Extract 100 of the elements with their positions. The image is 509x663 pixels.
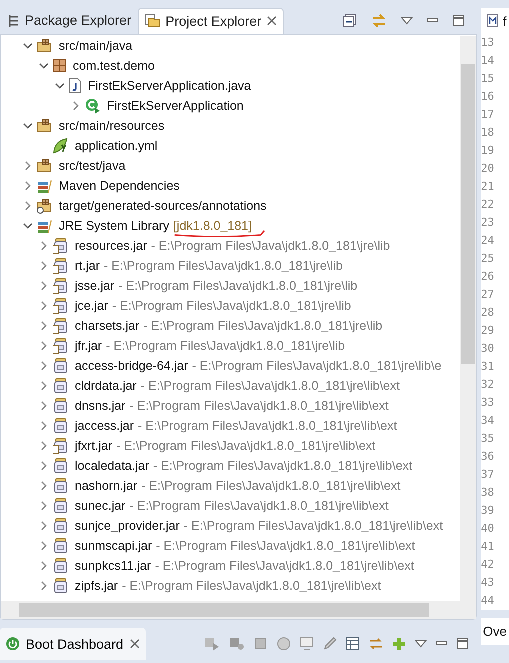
expander-icon[interactable] bbox=[39, 300, 49, 311]
expander-icon[interactable] bbox=[39, 60, 49, 71]
table-icon[interactable] bbox=[346, 637, 360, 652]
expander-icon[interactable] bbox=[23, 160, 33, 171]
tree-item[interactable]: jaccess.jar bbox=[75, 418, 134, 433]
close-icon[interactable] bbox=[130, 639, 140, 650]
jar-icon bbox=[53, 518, 69, 534]
jar-path: - E:\Program Files\Java\jdk1.8.0_181\jre\lib\ext bbox=[156, 538, 416, 553]
line-number: 23 bbox=[481, 216, 496, 231]
expander-icon[interactable] bbox=[23, 120, 33, 131]
expander-icon[interactable] bbox=[55, 80, 65, 91]
expander-icon[interactable] bbox=[39, 540, 49, 551]
tree-item[interactable]: zipfs.jar bbox=[75, 578, 118, 593]
jar-path: - E:\Program Files\Java\jdk1.8.0_181\jre\lib\e bbox=[192, 358, 442, 373]
package-folder-icon bbox=[37, 158, 53, 174]
tree-item[interactable]: target/generated-sources/annotations bbox=[59, 198, 267, 213]
expander-icon[interactable] bbox=[39, 420, 49, 431]
tree-item[interactable]: dnsns.jar bbox=[75, 398, 126, 413]
jar-icon bbox=[53, 418, 69, 434]
expander-icon[interactable] bbox=[23, 200, 33, 211]
maximize-icon[interactable] bbox=[457, 638, 470, 650]
jar-path: - E:\Program Files\Java\jdk1.8.0_181\jre\lib\ext bbox=[184, 518, 444, 533]
view-menu-icon[interactable] bbox=[415, 640, 428, 648]
jar-icon bbox=[53, 558, 69, 574]
tree-item[interactable]: JRE System Library bbox=[59, 218, 170, 233]
expander-icon[interactable] bbox=[39, 480, 49, 491]
view-menu-icon[interactable] bbox=[401, 16, 414, 25]
view-tab[interactable]: Boot Dashboard bbox=[0, 628, 146, 660]
collapse-all-icon[interactable] bbox=[343, 14, 358, 28]
jar-path: - E:\Program Files\Java\jdk1.8.0_181\jre\lib bbox=[104, 258, 343, 273]
tree-item[interactable]: src/main/resources bbox=[59, 118, 165, 133]
tree-item[interactable]: FirstEkServerApplication bbox=[107, 98, 244, 113]
tree-item[interactable]: localedata.jar bbox=[75, 458, 150, 473]
tree-item[interactable]: rt.jar bbox=[75, 258, 100, 273]
tree-item[interactable]: jfr.jar bbox=[75, 338, 102, 353]
expander-icon[interactable] bbox=[39, 580, 49, 591]
close-icon[interactable] bbox=[266, 16, 277, 26]
expander-icon[interactable] bbox=[39, 240, 49, 251]
tree-item[interactable]: resources.jar bbox=[75, 238, 148, 253]
jar-icon bbox=[53, 398, 69, 414]
tree-item[interactable]: jfxrt.jar bbox=[75, 438, 112, 453]
line-number: 32 bbox=[481, 378, 496, 393]
tree-item[interactable]: charsets.jar bbox=[75, 318, 140, 333]
editor-tab[interactable]: f bbox=[481, 8, 509, 34]
tree-item[interactable]: sunmscapi.jar bbox=[75, 538, 152, 553]
version-label: [jdk1.8.0_181] bbox=[173, 218, 252, 233]
line-number: 19 bbox=[481, 144, 496, 159]
tree-item[interactable]: src/test/java bbox=[59, 158, 126, 173]
tree-item[interactable]: com.test.demo bbox=[73, 58, 155, 73]
tree-item[interactable]: access-bridge-64.jar bbox=[75, 358, 188, 373]
line-number: 36 bbox=[481, 450, 496, 465]
expander-icon[interactable] bbox=[23, 40, 33, 51]
link-icon[interactable] bbox=[371, 14, 388, 28]
expander-icon[interactable] bbox=[39, 400, 49, 411]
expander-icon[interactable] bbox=[39, 360, 49, 371]
expander-icon[interactable] bbox=[39, 340, 49, 351]
tree-item[interactable]: application.yml bbox=[75, 138, 158, 153]
expander-icon[interactable] bbox=[71, 100, 81, 111]
expander-icon[interactable] bbox=[23, 220, 33, 231]
tree-item[interactable]: Maven Dependencies bbox=[59, 178, 180, 193]
library-icon bbox=[37, 218, 53, 233]
line-number: 38 bbox=[481, 486, 496, 501]
jar-path: - E:\Program Files\Java\jdk1.8.0_181\jre\lib\ext bbox=[155, 558, 414, 573]
expander-icon[interactable] bbox=[39, 260, 49, 271]
tree-item[interactable]: jsse.jar bbox=[75, 278, 115, 293]
expander-icon[interactable] bbox=[23, 180, 33, 191]
line-number: 15 bbox=[481, 72, 496, 87]
expander-icon[interactable] bbox=[39, 320, 49, 331]
tree-item[interactable]: sunpkcs11.jar bbox=[75, 558, 152, 573]
pencil-icon[interactable] bbox=[323, 637, 338, 652]
file-icon bbox=[487, 14, 500, 28]
expander-icon[interactable] bbox=[39, 440, 49, 451]
expander-icon[interactable] bbox=[39, 380, 49, 391]
add-icon[interactable] bbox=[392, 637, 406, 652]
start-icon[interactable] bbox=[204, 637, 220, 652]
class-icon bbox=[85, 98, 101, 114]
console-icon[interactable] bbox=[300, 637, 314, 652]
view-tab[interactable]: Package Explorer bbox=[2, 8, 138, 34]
stop-icon[interactable] bbox=[254, 637, 268, 652]
expander-icon[interactable] bbox=[39, 560, 49, 571]
tree-item[interactable]: FirstEkServerApplication.java bbox=[88, 78, 252, 93]
tree-item[interactable]: src/main/java bbox=[59, 38, 133, 53]
tree-item[interactable]: sunec.jar bbox=[75, 498, 126, 513]
vertical-scrollbar[interactable] bbox=[460, 36, 476, 602]
jar-icon bbox=[53, 238, 69, 254]
expander-icon[interactable] bbox=[39, 460, 49, 471]
line-number: 31 bbox=[481, 360, 496, 375]
view-tab[interactable]: Project Explorer bbox=[138, 8, 284, 34]
expander-icon[interactable] bbox=[39, 280, 49, 291]
swap-icon[interactable] bbox=[369, 637, 384, 652]
view-tab[interactable]: Ove bbox=[481, 618, 509, 645]
tree-item[interactable]: nashorn.jar bbox=[75, 478, 138, 493]
tree-item[interactable]: cldrdata.jar bbox=[75, 378, 137, 393]
horizontal-scrollbar[interactable] bbox=[1, 601, 476, 620]
tree-item[interactable]: jce.jar bbox=[75, 298, 108, 313]
jar-path: - E:\Program Files\Java\jdk1.8.0_181\jre\lib\ext bbox=[138, 418, 398, 433]
tree-item[interactable]: sunjce_provider.jar bbox=[75, 518, 180, 533]
expander-icon[interactable] bbox=[39, 520, 49, 531]
expander-icon[interactable] bbox=[39, 500, 49, 511]
maximize-icon[interactable] bbox=[453, 14, 466, 27]
